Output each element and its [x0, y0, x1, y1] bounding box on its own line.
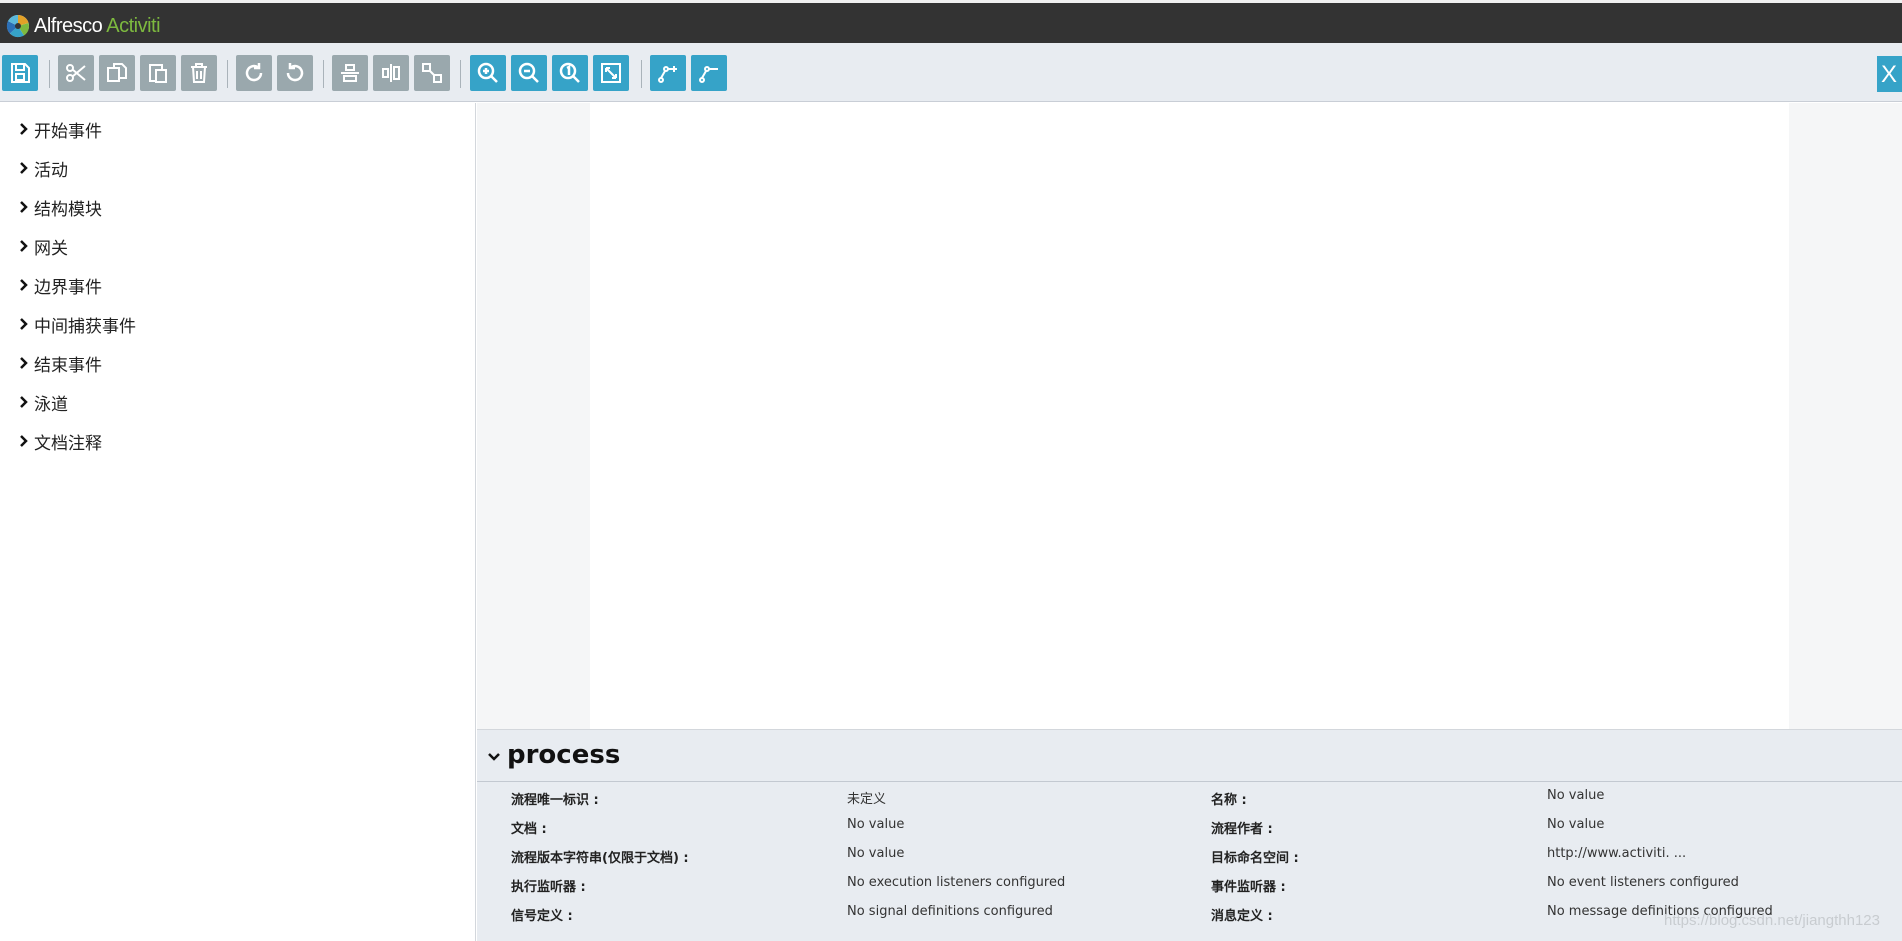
toolbar-divider: [49, 60, 50, 88]
zoom-in-button[interactable]: [470, 55, 506, 91]
property-value-author[interactable]: No value: [1547, 817, 1604, 832]
chevron-right-icon: [20, 435, 28, 447]
alfresco-logo-icon: [6, 14, 30, 38]
palette-group-label: 结束事件: [34, 355, 102, 376]
property-value-process-id[interactable]: 未定义: [847, 788, 886, 807]
property-label: 消息定义 :: [1211, 909, 1273, 924]
property-value-name[interactable]: No value: [1547, 788, 1604, 803]
align-horizontal-button[interactable]: [332, 55, 368, 91]
property-label: 名称 :: [1211, 793, 1247, 808]
chevron-right-icon: [20, 279, 28, 291]
property-value-signal-definitions[interactable]: No signal definitions configured: [847, 904, 1053, 919]
palette-group-label: 文档注释: [34, 433, 102, 454]
paste-icon: [149, 64, 167, 83]
brand-name: Alfresco Activiti: [34, 15, 161, 38]
remove-bendpoint-icon: [699, 66, 718, 83]
copy-icon: [107, 63, 127, 82]
property-label: 事件监听器 :: [1211, 880, 1286, 895]
property-label: 文档 :: [511, 822, 547, 837]
palette-group-start-events[interactable]: 开始事件: [19, 116, 102, 142]
remove-bendpoint-button[interactable]: [691, 55, 727, 91]
toolbar-divider: [323, 60, 324, 88]
properties-title: process: [507, 740, 621, 770]
palette-group-label: 网关: [34, 238, 68, 259]
chevron-right-icon: [20, 201, 28, 213]
align-horizontal-icon: [341, 64, 359, 82]
add-bendpoint-button[interactable]: [650, 55, 686, 91]
redo-button[interactable]: [236, 55, 272, 91]
palette-group-intermediate-catch-events[interactable]: 中间捕获事件: [19, 311, 136, 337]
zoom-actual-icon: [559, 62, 580, 83]
toolbar-divider: [227, 60, 228, 88]
undo-button[interactable]: [277, 55, 313, 91]
cut-button[interactable]: [58, 55, 94, 91]
chevron-right-icon: [20, 396, 28, 408]
property-value-version[interactable]: No value: [847, 846, 904, 861]
align-vertical-button[interactable]: [373, 55, 409, 91]
zoom-fit-button[interactable]: [593, 55, 629, 91]
palette-group-label: 中间捕获事件: [34, 316, 136, 337]
header-bar: Alfresco Activiti: [0, 3, 1902, 43]
chevron-right-icon: [20, 162, 28, 174]
save-button[interactable]: [2, 55, 38, 91]
palette-group-end-events[interactable]: 结束事件: [19, 350, 102, 376]
palette-group-label: 边界事件: [34, 277, 102, 298]
palette-group-activities[interactable]: 活动: [19, 155, 68, 181]
palette-group-label: 开始事件: [34, 121, 102, 142]
diagram-canvas-area: [477, 103, 1902, 729]
app-header: Alfresco Activiti: [0, 0, 1902, 43]
palette-group-swimlanes[interactable]: 泳道: [19, 389, 68, 415]
palette-group-gateways[interactable]: 网关: [19, 233, 68, 259]
properties-header[interactable]: process: [477, 730, 1902, 782]
property-label: 执行监听器 :: [511, 880, 586, 895]
property-label: 流程唯一标识 :: [511, 793, 599, 808]
copy-button[interactable]: [99, 55, 135, 91]
chevron-right-icon: [20, 318, 28, 330]
scissors-icon: [66, 64, 86, 82]
property-label: 流程作者 :: [1211, 822, 1273, 837]
same-size-button[interactable]: [414, 55, 450, 91]
toolbar-divider: [460, 60, 461, 88]
same-size-icon: [422, 63, 442, 83]
property-value-event-listeners[interactable]: No event listeners configured: [1547, 875, 1739, 890]
diagram-canvas[interactable]: [590, 103, 1789, 729]
floppy-disk-icon: [11, 63, 30, 83]
shape-palette: 开始事件 活动 结构模块 网关 边界事件 中间捕获事件 结束事件 泳道 文档注释: [0, 103, 476, 941]
palette-group-boundary-events[interactable]: 边界事件: [19, 272, 102, 298]
property-value-documentation[interactable]: No value: [847, 817, 904, 832]
chevron-right-icon: [20, 357, 28, 369]
chevron-down-icon: [488, 753, 500, 761]
property-value-target-namespace[interactable]: http://www.activiti. ...: [1547, 846, 1686, 861]
palette-group-label: 活动: [34, 160, 68, 181]
undo-icon: [286, 63, 304, 82]
brand-accent: Activiti: [106, 15, 161, 37]
palette-group-annotations[interactable]: 文档注释: [19, 428, 102, 454]
editor-toolbar: [0, 43, 1902, 102]
property-label: 目标命名空间 :: [1211, 851, 1299, 866]
zoom-out-button[interactable]: [511, 55, 547, 91]
delete-button[interactable]: [181, 55, 217, 91]
chevron-right-icon: [20, 240, 28, 252]
zoom-actual-button[interactable]: [552, 55, 588, 91]
zoom-in-icon: [477, 62, 498, 83]
property-label: 流程版本字符串(仅限于文档) :: [511, 851, 689, 866]
properties-panel: process 流程唯一标识 : 未定义 文档 : No value 流程版本字…: [477, 729, 1902, 941]
redo-icon: [245, 63, 263, 82]
chevron-right-icon: [20, 123, 28, 135]
trash-icon: [191, 63, 207, 83]
palette-group-label: 泳道: [34, 394, 68, 415]
palette-group-label: 结构模块: [34, 199, 102, 220]
add-bendpoint-icon: [658, 66, 677, 83]
property-label: 信号定义 :: [511, 909, 573, 924]
align-vertical-icon: [382, 64, 400, 82]
watermark-text: https://blog.csdn.net/jiangthh123: [1664, 912, 1880, 929]
zoom-out-icon: [518, 62, 539, 83]
toolbar-divider: [641, 60, 642, 88]
zoom-fit-icon: [601, 63, 621, 83]
property-value-execution-listeners[interactable]: No execution listeners configured: [847, 875, 1065, 890]
brand-main: Alfresco: [34, 15, 103, 37]
palette-group-structural[interactable]: 结构模块: [19, 194, 102, 220]
close-editor-button[interactable]: X: [1877, 56, 1902, 92]
paste-button[interactable]: [140, 55, 176, 91]
